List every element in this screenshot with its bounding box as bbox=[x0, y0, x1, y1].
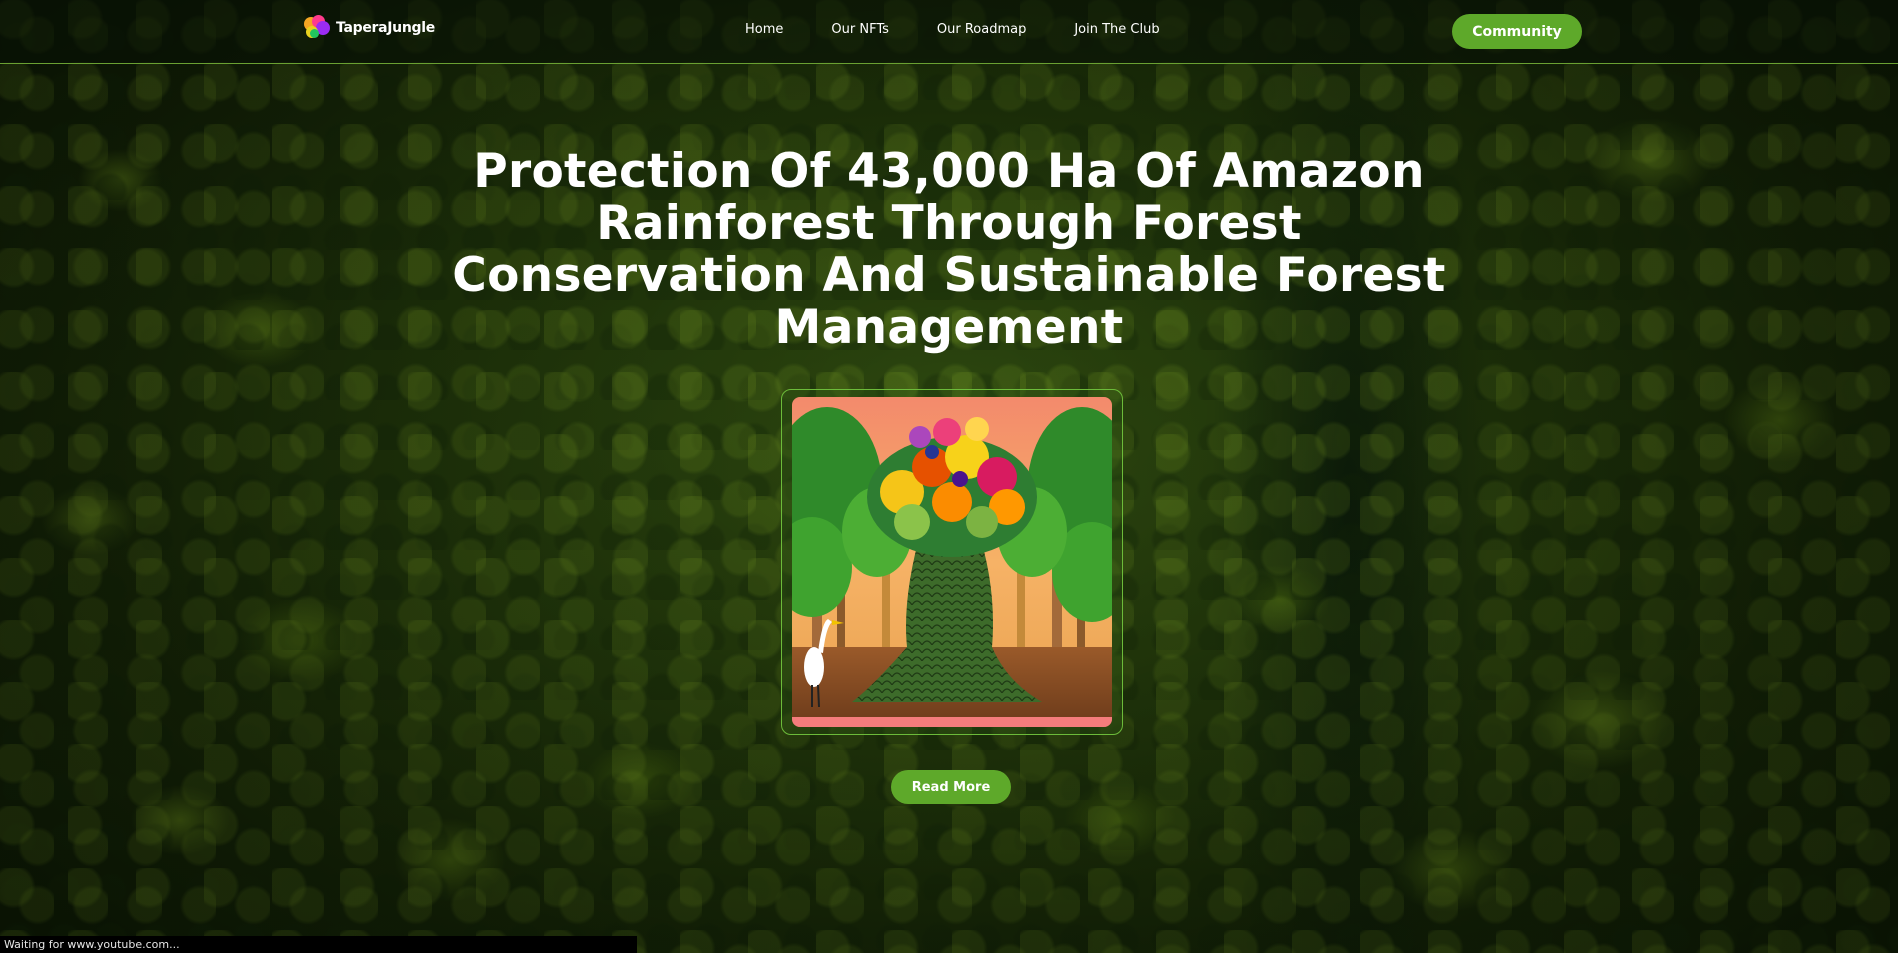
community-button[interactable]: Community bbox=[1452, 14, 1582, 49]
read-more-button[interactable]: Read More bbox=[891, 770, 1011, 804]
nav-item-home[interactable]: Home bbox=[745, 22, 783, 37]
nav-item-join-the-club[interactable]: Join The Club bbox=[1074, 22, 1159, 37]
tree-nft-artwork-icon bbox=[792, 397, 1112, 727]
logo[interactable]: TaperaJungle bbox=[304, 15, 435, 41]
nav-item-our-roadmap[interactable]: Our Roadmap bbox=[937, 22, 1026, 37]
nav-item-our-nfts[interactable]: Our NFTs bbox=[831, 22, 888, 37]
browser-status-bar: Waiting for www.youtube.com... bbox=[0, 936, 637, 953]
nft-card bbox=[781, 389, 1123, 735]
page: TaperaJungle Home Our NFTs Our Roadmap J… bbox=[0, 0, 1898, 953]
colorful-bubbles-logo-icon bbox=[304, 15, 332, 41]
hero-title: Protection Of 43,000 Ha Of Amazon Rainfo… bbox=[452, 144, 1446, 355]
main-nav: Home Our NFTs Our Roadmap Join The Club bbox=[745, 22, 1160, 37]
site-header: TaperaJungle Home Our NFTs Our Roadmap J… bbox=[0, 0, 1898, 64]
brand-name: TaperaJungle bbox=[336, 20, 435, 36]
